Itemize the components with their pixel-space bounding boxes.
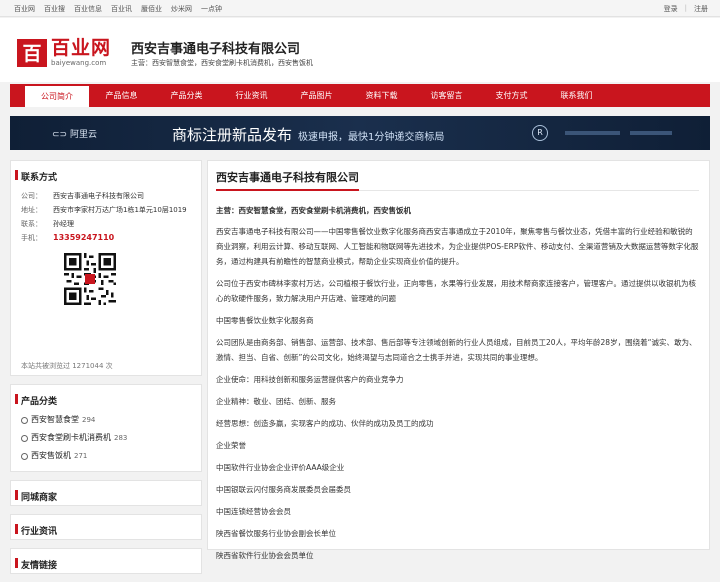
contact-phone[interactable]: 13359247110	[53, 231, 114, 245]
contact-box: 联系方式 公司： 西安吉事通电子科技有限公司 地址： 西安市李家村万达广场1栋1…	[10, 160, 202, 376]
category-item[interactable]: 西安售饭机 271	[21, 447, 201, 465]
top-link-baiyexun[interactable]: 百业讯	[111, 4, 132, 14]
nav-industry-news[interactable]: 行业资讯	[219, 84, 284, 107]
nav-product-category[interactable]: 产品分类	[154, 84, 219, 107]
category-count: 283	[114, 434, 128, 442]
company-main-business: 主营：西安智慧食堂，西安食堂刷卡机消费机，西安售饭机	[131, 59, 313, 67]
article-paragraph: 企业精神：敬业、团结、创新、服务	[216, 397, 336, 406]
category-box: 产品分类 西安智慧食堂 294 西安食堂刷卡机消费机 283 西安售饭机 271	[10, 384, 202, 472]
article-paragraph: 陕西省软件行业协会会员单位	[216, 551, 314, 560]
contact-row: 联系： 孙经理	[21, 217, 201, 231]
contact-row: 地址： 西安市李家村万达广场1栋1单元10层1019	[21, 203, 201, 217]
banner-headline: 商标注册新品发布	[172, 126, 293, 144]
article-lead: 主营：西安智慧食堂，西安食堂刷卡机消费机，西安售饭机	[216, 206, 411, 215]
article-paragraph: 企业使命：用科技创新和服务运营提供客户的商业竞争力	[216, 375, 404, 384]
category-list: 西安智慧食堂 294 西安食堂刷卡机消费机 283 西安售饭机 271	[11, 409, 201, 471]
nav-guestbook[interactable]: 访客留言	[414, 84, 479, 107]
contact-row: 公司： 西安吉事通电子科技有限公司	[21, 189, 201, 203]
contact-key: 公司：	[21, 192, 42, 200]
nav-payment[interactable]: 支付方式	[479, 84, 544, 107]
nav-product-info[interactable]: 产品信息	[89, 84, 154, 107]
article-paragraph: 公司位于西安市碑林李家村万达，公司植根于餐饮行业，正向零售，水果等行业发展，用技…	[216, 279, 696, 303]
aliyun-brand: ⊂⊃ 阿里云	[52, 130, 97, 140]
registered-mark-icon: R	[532, 125, 548, 141]
logo-text: 百业网 baiyewang.com	[51, 37, 112, 68]
top-link-baiyexinxi[interactable]: 百业信息	[74, 4, 102, 14]
top-link-chaomi[interactable]: 炒米网	[171, 4, 192, 14]
visit-counter: 本站共被浏览过 1271044 次	[21, 362, 113, 370]
banner-decor-bar	[630, 131, 672, 135]
top-link-baiyesou[interactable]: 百业搜	[44, 4, 65, 14]
article-paragraph: 西安吉事通电子科技有限公司——中国零售餐饮业数字化服务商西安吉事通成立于2010…	[216, 227, 699, 266]
article-paragraph: 中国连锁经营协会会员	[216, 507, 291, 516]
article-paragraph: 中国软件行业协会企业评价AAA级企业	[216, 463, 345, 472]
nav-company-intro[interactable]: 公司简介	[25, 86, 89, 107]
aliyun-brand-label: 阿里云	[69, 130, 97, 140]
top-link-baiye[interactable]: 百业网	[14, 4, 35, 14]
login-link[interactable]: 登录	[664, 4, 678, 14]
category-name[interactable]: 西安智慧食堂	[31, 411, 79, 429]
register-link[interactable]: 注册	[694, 4, 708, 14]
logo-domain: baiyewang.com	[51, 59, 107, 67]
logo-mark: 百	[17, 38, 47, 67]
logo-name: 百业网	[51, 37, 112, 59]
article-panel: 西安吉事通电子科技有限公司 主营：西安智慧食堂，西安食堂刷卡机消费机，西安售饭机…	[207, 160, 710, 560]
article-paragraph: 中国银联云闪付服务商发展委员会届委员	[216, 485, 351, 494]
category-count: 294	[82, 416, 96, 424]
article-paragraph: 企业荣誉	[216, 441, 246, 450]
sidebar: 联系方式 公司： 西安吉事通电子科技有限公司 地址： 西安市李家村万达广场1栋1…	[10, 160, 202, 582]
bullet-circle-icon	[21, 434, 28, 442]
contact-row: 手机： 13359247110	[21, 231, 201, 245]
login-area: 登录 | 注册	[664, 4, 708, 14]
top-link-shenbaiye[interactable]: 蜃佰业	[141, 4, 162, 14]
category-item[interactable]: 西安食堂刷卡机消费机 283	[21, 429, 201, 447]
login-separator: |	[684, 4, 687, 12]
category-title: 产品分类	[11, 385, 201, 409]
top-nav: 百业网 百业搜 百业信息 百业讯 蜃佰业 炒米网 一点钟	[14, 4, 231, 14]
local-business-title[interactable]: 同城商家	[11, 481, 201, 505]
top-bar: 百业网 百业搜 百业信息 百业讯 蜃佰业 炒米网 一点钟 登录 | 注册	[0, 0, 720, 17]
nav-contact[interactable]: 联系我们	[544, 84, 609, 107]
contact-key: 地址：	[21, 206, 42, 214]
category-count: 271	[74, 452, 88, 460]
qr-code-icon	[64, 253, 116, 305]
article-paragraph: 中国零售餐饮业数字化服务商	[216, 316, 314, 325]
banner-decor-bar	[565, 131, 620, 135]
industry-news-box: 行业资讯	[10, 514, 202, 540]
contact-value: 孙经理	[53, 220, 74, 228]
banner-subline: 极速申报，最快1分钟递交商标局	[298, 132, 445, 143]
nav-downloads[interactable]: 资料下载	[349, 84, 414, 107]
nav-product-images[interactable]: 产品图片	[284, 84, 349, 107]
site-header: 百 百业网 baiyewang.com 西安吉事通电子科技有限公司 主营：西安智…	[0, 18, 720, 82]
local-business-box: 同城商家	[10, 480, 202, 506]
article-paragraph: 公司团队是由商务部、销售部、运营部、技术部、售后部等专注领域创新的行业人员组成，…	[216, 338, 697, 362]
contact-key: 手机：	[21, 234, 42, 242]
contact-key: 联系：	[21, 220, 42, 228]
category-item[interactable]: 西安智慧食堂 294	[21, 411, 201, 429]
top-link-yidianzhong[interactable]: 一点钟	[201, 4, 222, 14]
friend-links-box: 友情链接	[10, 548, 202, 574]
contact-value: 西安市李家村万达广场1栋1单元10层1019	[53, 206, 187, 214]
industry-news-title[interactable]: 行业资讯	[11, 515, 201, 539]
company-title: 西安吉事通电子科技有限公司	[131, 42, 301, 57]
contact-title: 联系方式	[11, 161, 201, 185]
article-paragraph: 陕西省餐饮服务行业协会副会长单位	[216, 529, 336, 538]
contact-info: 公司： 西安吉事通电子科技有限公司 地址： 西安市李家村万达广场1栋1单元10层…	[11, 185, 201, 349]
main-nav: 公司简介 产品信息 产品分类 行业资讯 产品图片 资料下载 访客留言 支付方式 …	[10, 84, 710, 107]
bullet-circle-icon	[21, 452, 28, 460]
bullet-circle-icon	[21, 416, 28, 424]
site-logo[interactable]: 百 百业网 baiyewang.com	[17, 38, 111, 67]
article-title: 西安吉事通电子科技有限公司	[216, 169, 359, 191]
friend-links-title[interactable]: 友情链接	[11, 549, 201, 573]
category-name[interactable]: 西安食堂刷卡机消费机	[31, 429, 111, 447]
category-name[interactable]: 西安售饭机	[31, 447, 71, 465]
article-paragraph: 经营思想：创造多赢，实现客户的成功、伙伴的成功及员工的成功	[216, 419, 434, 428]
contact-value: 西安吉事通电子科技有限公司	[53, 192, 144, 200]
ad-banner[interactable]: ⊂⊃ 阿里云 商标注册新品发布 极速申报，最快1分钟递交商标局 R	[10, 116, 710, 150]
